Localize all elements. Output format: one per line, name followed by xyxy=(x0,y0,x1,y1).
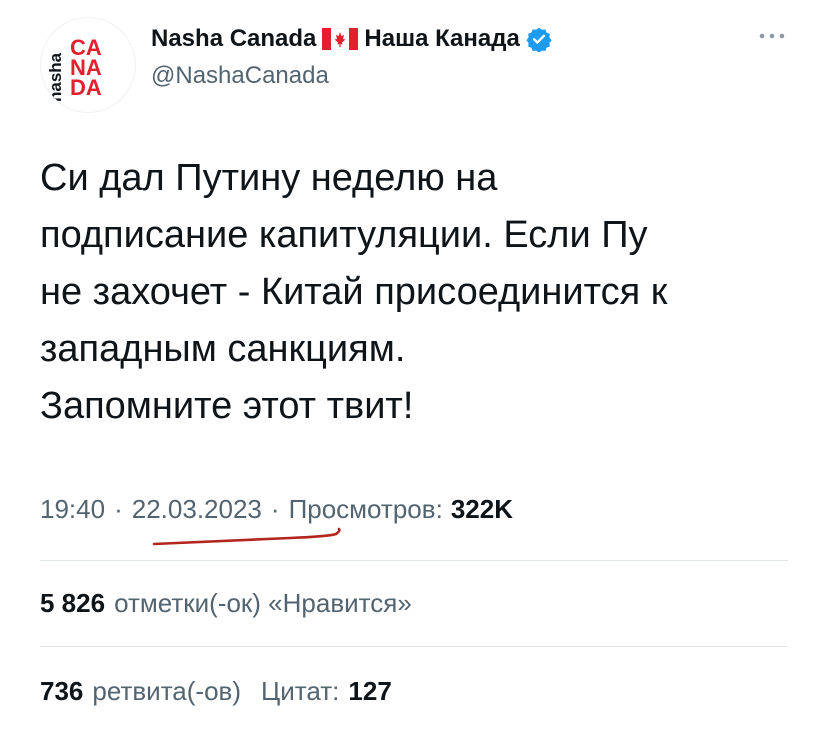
retweets-count[interactable]: 736 xyxy=(40,676,83,707)
nasha-canada-logo: nasha CA NA DA xyxy=(46,35,102,102)
likes-count: 5 826 xyxy=(40,588,106,618)
avatar-text-side: nasha xyxy=(46,52,65,102)
likes-stat[interactable]: 5 826 отметки(-ок) «Нравится» xyxy=(40,588,412,619)
views-count[interactable]: 322K xyxy=(451,494,513,525)
likes-label: отметки(-ок) «Нравится» xyxy=(114,588,412,618)
tweet-text-line: Си дал Путину неделю на xyxy=(40,157,498,199)
tweet-text-line: западным санкциям. xyxy=(40,328,406,370)
meta-separator: · xyxy=(114,494,123,524)
canada-flag-icon xyxy=(322,28,359,50)
tweet-text: Си дал Путину неделю на подписание капит… xyxy=(40,150,800,435)
retweets-quotes-stat: 736 ретвита(-ов) Цитат: 127 xyxy=(40,676,401,707)
tweet-time[interactable]: 19:40 xyxy=(40,494,105,525)
quotes-label[interactable]: Цитат: xyxy=(261,676,339,707)
meta-separator: · xyxy=(270,494,280,524)
avatar-text-bottom: DA xyxy=(70,75,102,100)
tweet-card: nasha CA NA DA Nasha Canada Наша Канада … xyxy=(0,0,828,739)
tweet-date[interactable]: 22.03.2023 xyxy=(132,494,262,525)
tweet-text-line: не захочет - Китай присоединится к xyxy=(40,271,668,313)
tweet-text-line: подписание капитуляции. Если Пу xyxy=(40,214,648,256)
retweets-label[interactable]: ретвита(-ов) xyxy=(92,676,241,707)
author-handle[interactable]: @NashaCanada xyxy=(151,62,329,90)
verified-badge-icon xyxy=(526,26,552,52)
hand-drawn-underline xyxy=(150,526,350,550)
tweet-text-line: Запомните этот твит! xyxy=(40,385,414,427)
display-name-cyrillic[interactable]: Наша Канада xyxy=(364,25,519,53)
divider xyxy=(40,646,788,647)
divider xyxy=(40,560,788,561)
display-name-latin[interactable]: Nasha Canada xyxy=(151,25,316,53)
quotes-count[interactable]: 127 xyxy=(348,676,391,707)
author-name-row[interactable]: Nasha Canada Наша Канада xyxy=(151,24,552,54)
tweet-meta: 19:40 · 22.03.2023 · Просмотров: 322K xyxy=(40,494,513,525)
more-options-icon[interactable] xyxy=(757,30,787,42)
views-label: Просмотров: xyxy=(288,494,443,524)
avatar[interactable]: nasha CA NA DA xyxy=(40,17,136,113)
